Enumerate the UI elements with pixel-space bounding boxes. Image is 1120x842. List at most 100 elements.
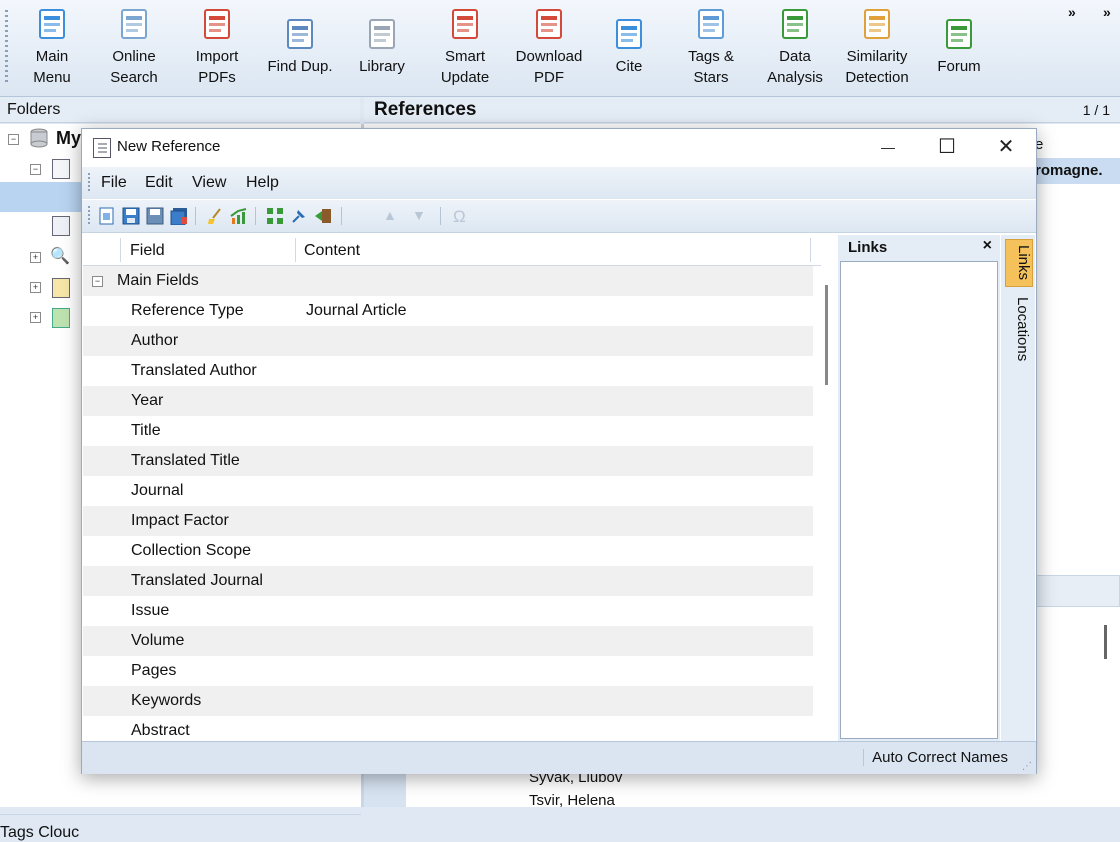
ribbon-button-data-analysis[interactable]: Data Analysis xyxy=(764,4,826,92)
ribbon-button-label: Stars xyxy=(693,69,729,86)
ribbon-button-smart-update[interactable]: Smart Update xyxy=(436,4,494,92)
scroll-thumb[interactable] xyxy=(825,285,828,385)
ribbon-overflow-button[interactable]: » xyxy=(1068,4,1076,20)
move-up-icon[interactable]: ▲ xyxy=(383,207,401,225)
author-item: Tsvir, Helena xyxy=(529,792,615,809)
tree-expand-icon[interactable]: + xyxy=(30,282,41,293)
ribbon-button-tags-stars[interactable]: Tags & Stars xyxy=(680,4,742,92)
library-icon xyxy=(362,16,402,54)
menu-help[interactable]: Help xyxy=(246,174,279,192)
field-row[interactable]: Journal xyxy=(83,476,813,506)
menu-view[interactable]: View xyxy=(192,174,226,192)
stats-chart-icon[interactable] xyxy=(230,207,248,225)
tree-root-label[interactable]: My xyxy=(56,128,81,149)
content-cell[interactable] xyxy=(295,716,813,741)
field-value[interactable]: Journal Article xyxy=(306,302,407,320)
group-row-main-fields[interactable]: − Main Fields xyxy=(83,266,813,296)
content-cell[interactable] xyxy=(295,416,813,446)
details-scroll-thumb[interactable] xyxy=(1104,625,1107,659)
selected-folder-row[interactable] xyxy=(0,182,82,212)
new-document-icon[interactable] xyxy=(98,207,116,225)
links-list[interactable] xyxy=(840,261,998,739)
reference-row-fragment[interactable]: e romagne. xyxy=(1035,136,1120,184)
ribbon-button-import-pdfs[interactable]: Import PDFs xyxy=(183,4,251,92)
field-row[interactable]: Title xyxy=(83,416,813,446)
clear-brush-icon[interactable] xyxy=(206,207,224,225)
ribbon-button-similarity-detection[interactable]: Similarity Detection xyxy=(838,4,916,92)
ribbon-button-main-menu[interactable]: Main Menu xyxy=(20,4,84,92)
ribbon-overflow-button-2[interactable]: » xyxy=(1103,4,1111,20)
resize-grip-icon[interactable]: ⋰ xyxy=(1022,761,1032,772)
tab-locations[interactable]: Locations xyxy=(1005,291,1031,367)
tree-collapse-icon[interactable]: − xyxy=(8,134,19,145)
ribbon-button-label: Menu xyxy=(33,69,71,86)
field-row[interactable]: Reference Type Journal Article xyxy=(83,296,813,326)
content-cell[interactable] xyxy=(295,506,813,536)
content-cell[interactable] xyxy=(295,356,813,386)
field-row[interactable]: Issue xyxy=(83,596,813,626)
field-row[interactable]: Impact Factor xyxy=(83,506,813,536)
group-label: Main Fields xyxy=(117,272,199,289)
ribbon-button-cite[interactable]: Cite xyxy=(600,14,658,102)
links-panel: Links × xyxy=(838,235,1000,741)
ribbon-button-label: Online xyxy=(112,48,156,65)
toolbar-grip[interactable] xyxy=(5,10,8,82)
group-collapse-icon[interactable]: − xyxy=(92,276,103,287)
content-cell[interactable] xyxy=(295,536,813,566)
field-row[interactable]: Pages xyxy=(83,656,813,686)
field-row[interactable]: Keywords xyxy=(83,686,813,716)
tab-links[interactable]: Links xyxy=(1005,239,1033,287)
dialog-title: New Reference xyxy=(117,138,221,155)
field-row[interactable]: Abstract xyxy=(83,716,813,741)
field-row[interactable]: Year xyxy=(83,386,813,416)
field-row[interactable]: Author xyxy=(83,326,813,356)
ribbon-button-forum[interactable]: Forum xyxy=(930,14,988,102)
pin-icon[interactable] xyxy=(290,207,308,225)
content-cell[interactable] xyxy=(295,446,813,476)
ribbon-button-find-dup[interactable]: Find Dup. xyxy=(262,14,338,102)
content-cell[interactable] xyxy=(295,386,813,416)
minimize-button[interactable]: — xyxy=(875,135,901,159)
field-row[interactable]: Translated Author xyxy=(83,356,813,386)
field-row[interactable]: Translated Journal xyxy=(83,566,813,596)
column-header-content[interactable]: Content xyxy=(304,242,360,260)
ribbon-button-download-pdf[interactable]: Download PDF xyxy=(509,4,589,92)
content-cell[interactable] xyxy=(295,596,813,626)
field-layout-icon[interactable] xyxy=(266,207,284,225)
content-cell[interactable] xyxy=(295,626,813,656)
maximize-button[interactable]: ☐ xyxy=(934,135,960,159)
save-icon[interactable] xyxy=(122,207,140,225)
tree-expand-icon[interactable]: + xyxy=(30,252,41,263)
ribbon-button-label: Detection xyxy=(845,69,909,86)
tree-collapse-icon[interactable]: − xyxy=(30,164,41,175)
content-cell[interactable] xyxy=(295,326,813,356)
field-row[interactable]: Collection Scope xyxy=(83,536,813,566)
content-cell[interactable] xyxy=(295,656,813,686)
toolbar-grip[interactable] xyxy=(88,206,90,226)
auto-correct-names-button[interactable]: Auto Correct Names xyxy=(863,749,1008,766)
column-header-field[interactable]: Field xyxy=(130,242,165,260)
field-grid: Field Content − Main Fields Reference Ty… xyxy=(83,235,835,741)
grid-scrollbar[interactable] xyxy=(821,265,835,741)
move-down-icon[interactable]: ▼ xyxy=(412,207,430,225)
save-close-icon[interactable] xyxy=(146,207,164,225)
field-name: Translated Author xyxy=(131,362,257,379)
save-all-icon[interactable] xyxy=(170,207,188,226)
tree-expand-icon[interactable]: + xyxy=(30,312,41,323)
links-close-icon[interactable]: × xyxy=(983,237,992,255)
content-cell[interactable] xyxy=(295,476,813,506)
menu-file[interactable]: File xyxy=(101,174,127,192)
field-row[interactable]: Translated Title xyxy=(83,446,813,476)
menubar-grip[interactable] xyxy=(88,173,90,193)
dialog-titlebar[interactable]: New Reference — ☐ ✕ xyxy=(82,129,1036,166)
ribbon-button-online-search[interactable]: Online Search xyxy=(102,4,166,92)
ribbon-button-library[interactable]: Library xyxy=(353,14,411,102)
close-button[interactable]: ✕ xyxy=(993,135,1019,159)
ribbon-button-label: Main xyxy=(35,48,69,65)
special-character-icon[interactable]: Ω xyxy=(453,207,471,226)
menu-edit[interactable]: Edit xyxy=(145,174,173,192)
exit-icon[interactable] xyxy=(314,207,332,225)
content-cell[interactable] xyxy=(295,566,813,596)
field-row[interactable]: Volume xyxy=(83,626,813,656)
content-cell[interactable] xyxy=(295,686,813,716)
